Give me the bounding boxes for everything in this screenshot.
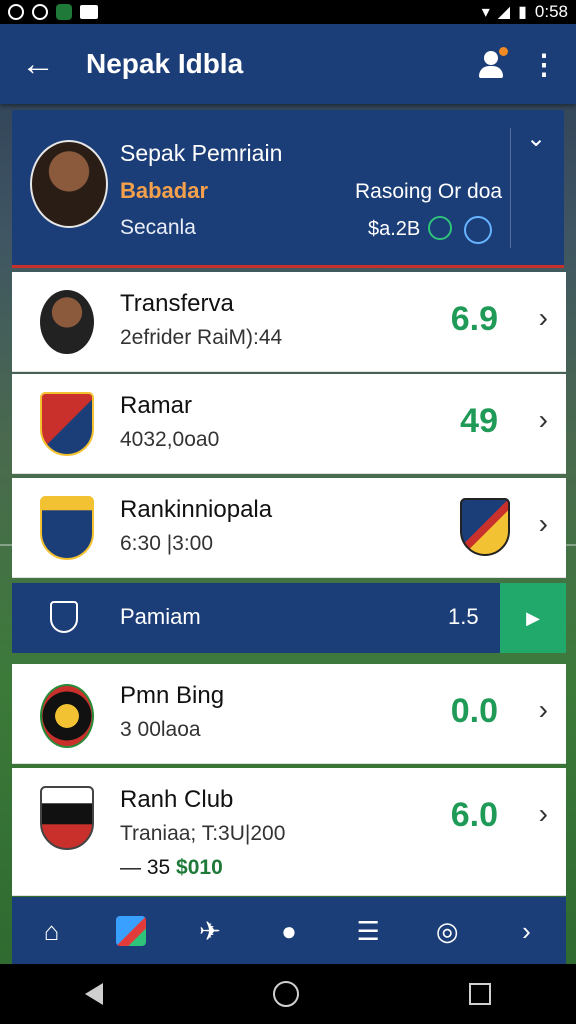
play-button[interactable]: ▶ — [500, 583, 566, 653]
list-item-meta: 2efrider RaiM):44 — [120, 326, 283, 349]
home-circle-icon[interactable] — [273, 981, 299, 1007]
clock: 0:58 — [534, 2, 568, 21]
sync-icon — [32, 4, 48, 20]
player-subtitle: Babadar — [120, 178, 209, 203]
list-item-title: Pmn Bing — [120, 682, 225, 709]
document-icon[interactable]: ☰ — [329, 916, 408, 947]
controller-icon[interactable]: ◎ — [408, 916, 487, 947]
list-item-extra: — 35 $010 — [120, 856, 223, 879]
list-item[interactable]: Rankinniopala 6:30 |3:00 › — [12, 478, 566, 578]
list-item-score: 6.9 — [450, 300, 498, 338]
message-icon — [80, 5, 98, 19]
chevron-down-icon[interactable]: ⌄ — [526, 124, 546, 153]
list-item[interactable]: Ramar 4032,0oa0 49 › — [12, 374, 566, 474]
list-item-score: 0.0 — [450, 692, 498, 730]
notification-icon — [8, 4, 24, 20]
home-icon[interactable]: ⌂ — [12, 916, 91, 947]
app-title: Nepak Idbla — [86, 48, 244, 79]
chevron-right-icon[interactable]: › — [539, 302, 548, 334]
highlight-value: 1.5 — [448, 604, 479, 629]
list-item-title: Transferva — [120, 290, 234, 317]
system-nav-bar — [0, 964, 576, 1024]
chevron-right-icon[interactable]: › — [539, 404, 548, 436]
signal-icon: ◢ — [497, 4, 511, 21]
club-crest-icon — [40, 786, 94, 850]
player-value: $a.2B — [368, 218, 421, 240]
profile-icon[interactable] — [476, 47, 508, 79]
ball-icon[interactable]: ● — [249, 916, 328, 947]
club-crest-icon — [40, 684, 94, 748]
chevron-right-icon[interactable]: › — [539, 508, 548, 540]
list-item-meta: 6:30 |3:00 — [120, 532, 214, 555]
player-name: Sepak Pemriain — [120, 140, 283, 166]
notification-dot — [499, 47, 508, 56]
shield-icon — [50, 601, 78, 633]
list-item[interactable]: Transferva 2efrider RaiM):44 6.9 › — [12, 272, 566, 372]
club-crest-icon — [40, 496, 94, 560]
player-profile-card[interactable]: Sepak Pemriain Babadar Secanla Rasoing O… — [12, 110, 564, 268]
highlighted-list-item[interactable]: Pamiam 1.5 ▶ — [12, 583, 566, 653]
list-item[interactable]: Ranh Club Traniaa; T:3U|200 6.0 › — 35 $… — [12, 768, 566, 896]
list-item-meta: 4032,0oa0 — [120, 428, 220, 451]
badge-icon — [428, 216, 452, 240]
rating-label: Rasoing Or doa — [355, 180, 503, 203]
bottom-tab-bar: ⌂ ✈ ● ☰ ◎ › — [12, 897, 566, 965]
chevron-right-icon[interactable]: › — [487, 916, 566, 947]
bird-icon[interactable]: ✈ — [170, 916, 249, 947]
club-crest-icon — [40, 392, 94, 456]
wifi-icon: ▾ — [481, 4, 490, 21]
divider — [510, 128, 511, 248]
battery-icon: ▮ — [518, 4, 527, 21]
list-item-score: 49 — [460, 402, 498, 440]
highlight-label: Pamiam — [120, 604, 201, 629]
list-item-score: 6.0 — [450, 796, 498, 834]
player-status: Secanla — [120, 216, 196, 239]
list-item-meta: Traniaa; T:3U|200 — [120, 822, 286, 845]
chevron-right-icon[interactable]: › — [539, 798, 548, 830]
colorful-app-icon[interactable] — [91, 916, 170, 946]
list-item-meta: 3 00laoa — [120, 718, 201, 741]
list-item-title: Ramar — [120, 392, 193, 419]
back-arrow-icon[interactable]: ← — [20, 46, 56, 82]
back-icon[interactable] — [85, 983, 103, 1005]
list-item-title: Rankinniopala — [120, 496, 273, 523]
chevron-right-icon[interactable]: › — [539, 694, 548, 726]
player-avatar — [30, 140, 108, 228]
share-icon[interactable] — [464, 216, 492, 244]
recents-icon[interactable] — [469, 983, 491, 1005]
list-item-title: Ranh Club — [120, 786, 234, 813]
player-photo — [40, 290, 94, 354]
app-bar: ← Nepak Idbla ⋮ — [0, 24, 576, 104]
app-notification-icon — [56, 4, 72, 20]
more-options-icon[interactable]: ⋮ — [530, 48, 558, 81]
opponent-crest-icon — [460, 498, 510, 556]
status-bar: ▾ ◢ ▮ 0:58 — [0, 0, 576, 24]
list-item[interactable]: Pmn Bing 3 00laoa 0.0 › — [12, 664, 566, 764]
